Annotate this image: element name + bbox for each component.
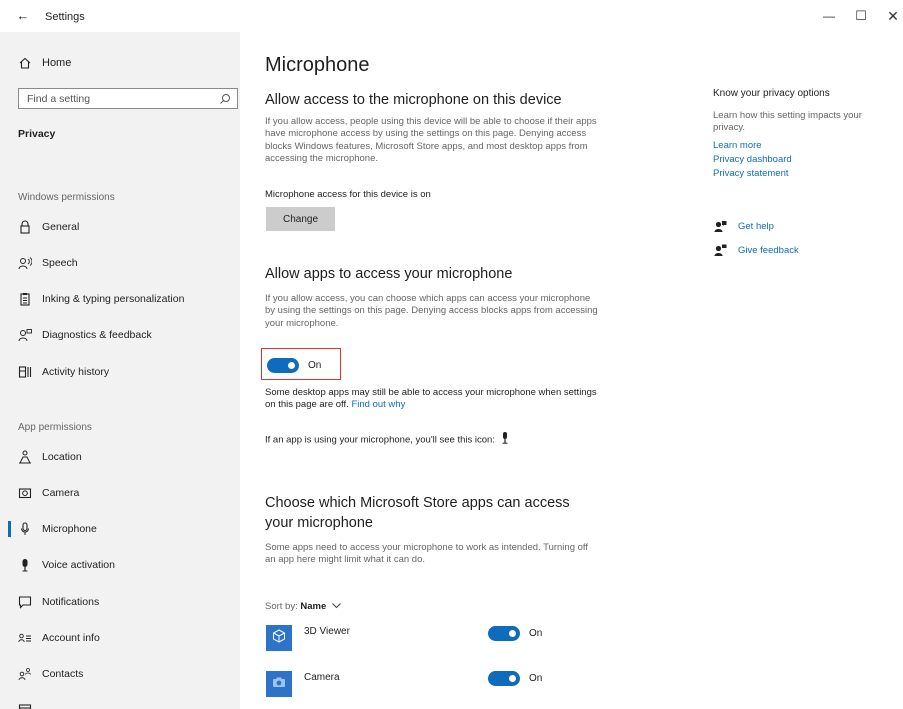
privacy-statement-link[interactable]: Privacy statement — [713, 168, 789, 179]
sidebar-item-microphone[interactable]: Microphone — [0, 514, 240, 544]
title-bar: ← Settings — ☐ ✕ — [0, 0, 903, 32]
toggle-knob — [509, 675, 516, 682]
privacy-dashboard-link[interactable]: Privacy dashboard — [713, 154, 792, 165]
sidebar-item-camera[interactable]: Camera — [0, 478, 240, 508]
store-apps-description: Some apps need to access your microphone… — [265, 542, 589, 566]
section-title-privacy: Privacy — [18, 128, 56, 140]
clipboard-icon — [16, 290, 34, 308]
sidebar-item-label: Speech — [42, 257, 78, 269]
search-box[interactable] — [18, 88, 238, 109]
account-info-icon — [16, 629, 34, 647]
app-tile-camera — [266, 671, 292, 697]
device-access-title: Allow access to the microphone on this d… — [265, 92, 562, 108]
lock-icon — [16, 218, 34, 236]
sort-by-label: Sort by: — [265, 601, 298, 613]
home-icon — [16, 54, 34, 72]
sidebar-item-label: Activity history — [42, 366, 110, 378]
microphone-icon-note: If an app is using your microphone, you'… — [265, 432, 509, 448]
app-access-description: If you allow access, you can choose whic… — [265, 293, 598, 329]
camera-icon — [16, 484, 34, 502]
sidebar-item-activity-history[interactable]: Activity history — [0, 357, 240, 387]
get-help-label: Get help — [738, 220, 774, 232]
search-input[interactable] — [19, 89, 209, 108]
device-access-status: Microphone access for this device is on — [265, 189, 431, 200]
sidebar-item-label: Location — [42, 451, 82, 463]
sidebar-item-location[interactable]: Location — [0, 442, 240, 472]
help-chat-icon — [713, 219, 727, 233]
device-access-description: If you allow access, people using this d… — [265, 116, 597, 164]
sidebar-item-contacts[interactable]: Contacts — [0, 659, 240, 689]
app-name-camera: Camera — [304, 672, 340, 683]
sidebar-item-label: Microphone — [42, 523, 97, 535]
app-tile-3d-viewer — [266, 625, 292, 651]
sidebar: Home Privacy Windows permissions General… — [0, 32, 240, 709]
store-apps-title-line1: Choose which Microsoft Store apps can ac… — [265, 495, 570, 511]
store-apps-title-line2: your microphone — [265, 515, 373, 531]
feedback-person-icon — [16, 326, 34, 344]
sidebar-item-account-info[interactable]: Account info — [0, 623, 240, 653]
sort-by-value: Name — [300, 601, 327, 613]
sidebar-item-label: Contacts — [42, 668, 84, 680]
app-name-3d-viewer: 3D Viewer — [304, 626, 350, 637]
search-icon[interactable] — [219, 92, 231, 104]
give-feedback-label: Give feedback — [738, 244, 799, 256]
back-button[interactable]: ← — [14, 8, 32, 24]
sidebar-item-label: General — [42, 221, 80, 233]
get-help-link[interactable]: Get help — [713, 219, 774, 233]
sidebar-item-speech[interactable]: Speech — [0, 248, 240, 278]
desktop-apps-note: Some desktop apps may still be able to a… — [265, 387, 605, 412]
microphone-filled-icon — [16, 556, 34, 574]
highlight-box — [261, 348, 341, 380]
sort-by-control[interactable]: Sort by: Name — [265, 601, 341, 612]
maximize-button[interactable]: ☐ — [850, 6, 872, 26]
page-title: Microphone — [265, 54, 370, 76]
cube-icon — [272, 628, 286, 648]
find-out-why-link[interactable]: Find out why — [351, 399, 405, 410]
learn-more-link[interactable]: Learn more — [713, 140, 762, 151]
sidebar-item-label: Diagnostics & feedback — [42, 329, 152, 341]
sidebar-item-label: Camera — [42, 487, 80, 499]
sidebar-item-diagnostics[interactable]: Diagnostics & feedback — [0, 320, 240, 350]
sidebar-item-inking-typing[interactable]: Inking & typing personalization — [0, 284, 240, 314]
microphone-icon-note-text: If an app is using your microphone, you'… — [265, 434, 495, 446]
desktop-apps-note-text: Some desktop apps may still be able to a… — [265, 387, 597, 411]
app-title: Settings — [45, 11, 85, 23]
sidebar-item-label: Voice activation — [42, 559, 115, 571]
sidebar-item-label: Account info — [42, 632, 100, 644]
change-button[interactable]: Change — [266, 207, 335, 231]
privacy-options-description: Learn how this setting impacts your priv… — [713, 110, 862, 134]
app-toggle-camera[interactable] — [488, 671, 520, 686]
app-toggle-state-camera: On — [529, 673, 543, 684]
give-feedback-link[interactable]: Give feedback — [713, 243, 799, 257]
sidebar-item-notifications[interactable]: Notifications — [0, 587, 240, 617]
camera-app-icon — [272, 675, 286, 693]
sidebar-item-voice-activation[interactable]: Voice activation — [0, 550, 240, 580]
privacy-options-title: Know your privacy options — [713, 88, 830, 99]
app-toggle-3d-viewer[interactable] — [488, 626, 520, 641]
minimize-button[interactable]: — — [818, 6, 840, 26]
location-person-icon — [16, 448, 34, 466]
sidebar-item-label: Notifications — [42, 596, 100, 608]
app-permissions-heading: App permissions — [18, 422, 92, 433]
app-access-title: Allow apps to access your microphone — [265, 266, 513, 282]
chevron-down-icon — [332, 601, 341, 612]
sidebar-item-general[interactable]: General — [0, 212, 240, 242]
contacts-icon — [16, 665, 34, 683]
toggle-knob — [509, 630, 516, 637]
close-button[interactable]: ✕ — [882, 6, 903, 26]
speech-icon — [16, 254, 34, 272]
windows-permissions-heading: Windows permissions — [18, 192, 115, 203]
activity-history-icon — [16, 363, 34, 381]
sidebar-item-label: Home — [42, 57, 72, 69]
sidebar-item-home[interactable]: Home — [0, 48, 240, 78]
sidebar-item-label: Inking & typing personalization — [42, 293, 185, 305]
microphone-outline-icon — [16, 520, 34, 538]
sidebar-item-calendar-partial[interactable] — [0, 695, 240, 709]
notification-icon — [16, 593, 34, 611]
calendar-icon — [16, 701, 34, 709]
microphone-in-use-icon — [501, 432, 509, 448]
feedback-icon — [713, 243, 727, 257]
app-toggle-state-3d-viewer: On — [529, 628, 543, 639]
